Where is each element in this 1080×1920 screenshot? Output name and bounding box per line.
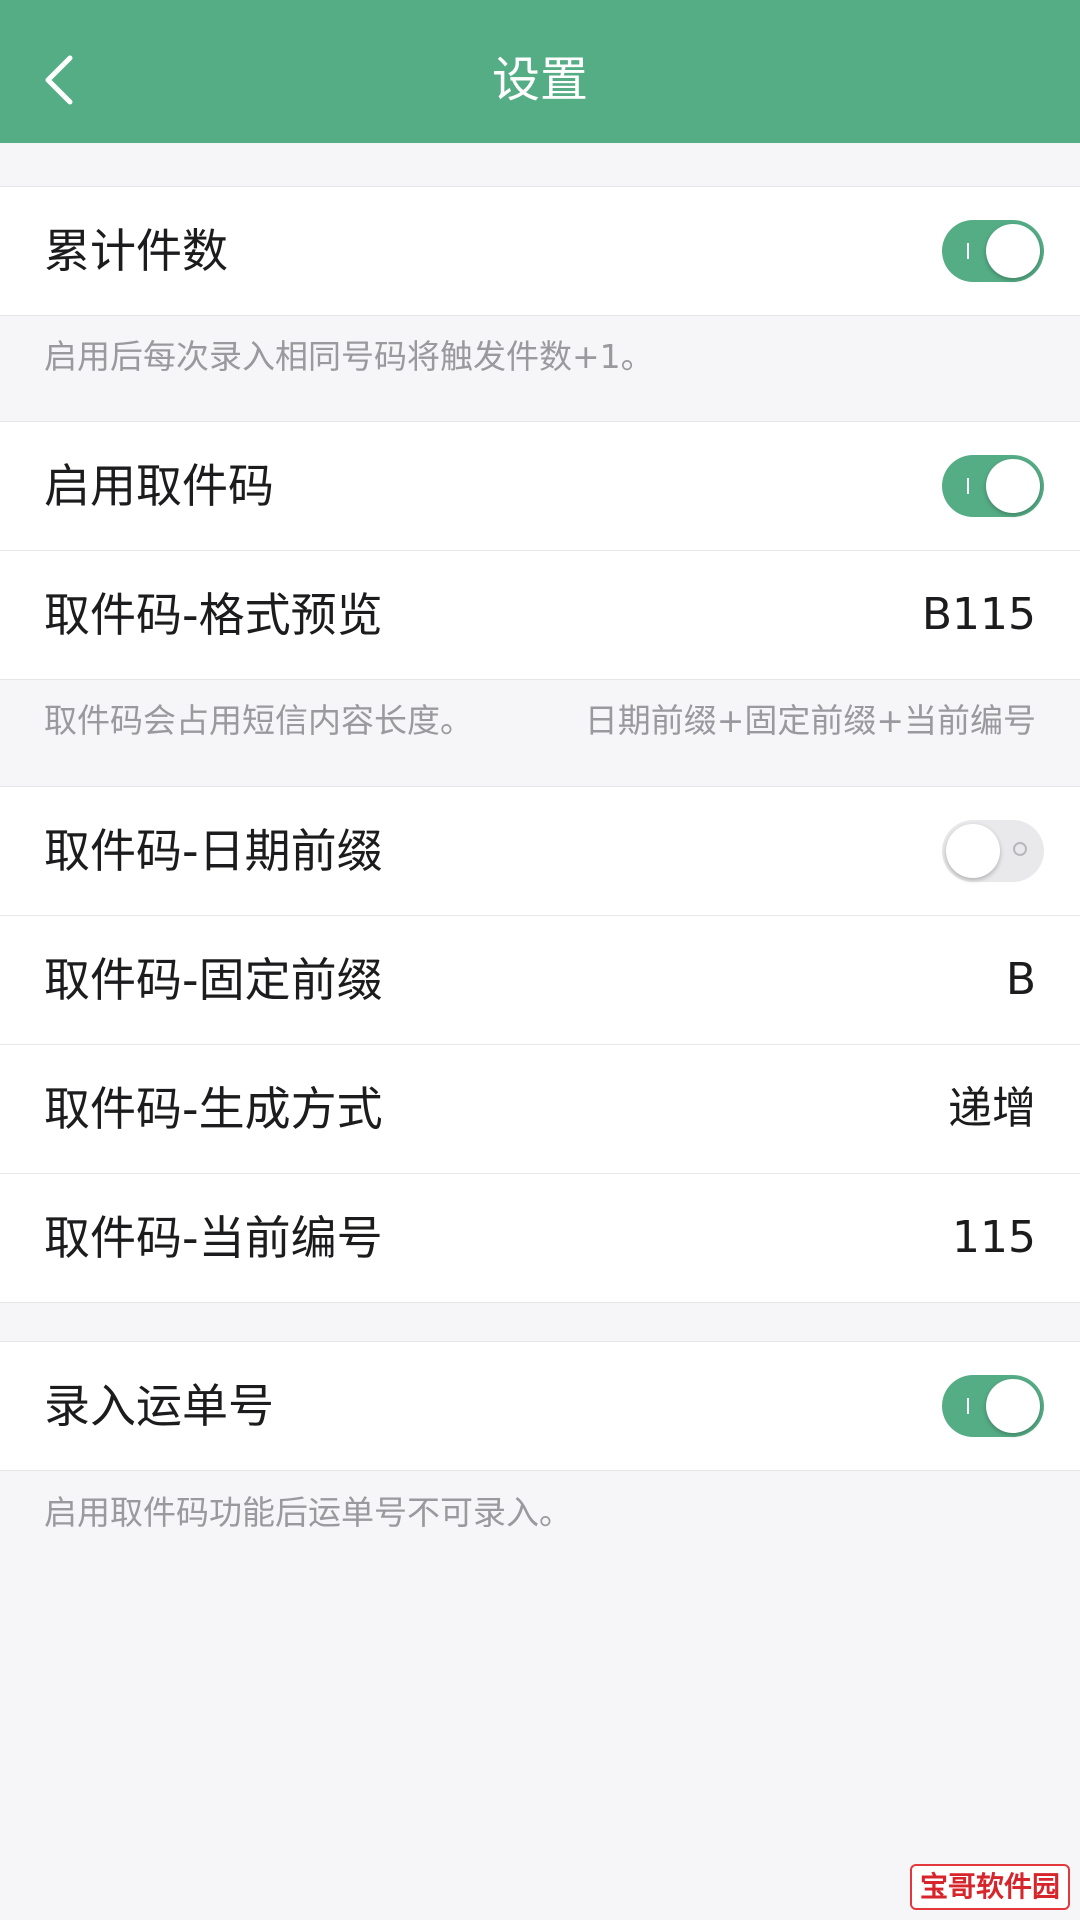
toggle-on-mark (967, 243, 969, 259)
watermark-logo: 宝哥软件园 (909, 1864, 1070, 1910)
toggle-on-mark (967, 1398, 969, 1414)
waybill-note: 启用取件码功能后运单号不可录入。 (44, 1493, 572, 1532)
count-toggle[interactable] (942, 220, 1044, 282)
current-number-label: 取件码-当前编号 (44, 1211, 383, 1265)
count-group: 累计件数 (0, 186, 1080, 316)
pickup-enable-row: 启用取件码 (0, 422, 1080, 551)
date-prefix-toggle[interactable] (942, 820, 1044, 882)
pickup-note: 取件码会占用短信内容长度。 (44, 701, 473, 740)
waybill-row: 录入运单号 (0, 1342, 1080, 1470)
current-number-row[interactable]: 取件码-当前编号 115 (0, 1174, 1080, 1302)
toggle-knob (986, 459, 1040, 513)
toggle-knob (986, 1379, 1040, 1433)
current-number-value: 115 (952, 1212, 1036, 1263)
pickup-preview-label: 取件码-格式预览 (44, 588, 383, 642)
generate-mode-value: 递增 (948, 1083, 1036, 1134)
pickup-format-note: 日期前缀+固定前缀+当前编号 (584, 701, 1036, 740)
date-prefix-label: 取件码-日期前缀 (44, 824, 383, 878)
waybill-toggle[interactable] (942, 1375, 1044, 1437)
generate-mode-label: 取件码-生成方式 (44, 1082, 383, 1136)
toggle-on-mark (967, 478, 969, 494)
count-row: 累计件数 (0, 187, 1080, 315)
fixed-prefix-label: 取件码-固定前缀 (44, 953, 383, 1007)
count-label: 累计件数 (44, 224, 228, 278)
date-prefix-row: 取件码-日期前缀 (0, 787, 1080, 916)
pickup-enable-toggle[interactable] (942, 455, 1044, 517)
count-note: 启用后每次录入相同号码将触发件数+1。 (44, 337, 654, 376)
page-title: 设置 (491, 52, 588, 108)
pickup-preview-value: B115 (921, 589, 1036, 640)
pickup-settings-group: 取件码-日期前缀 取件码-固定前缀 B 取件码-生成方式 递增 取件码-当前编号… (0, 786, 1080, 1303)
toggle-knob (986, 224, 1040, 278)
toggle-off-mark (1013, 842, 1027, 856)
generate-mode-row[interactable]: 取件码-生成方式 递增 (0, 1045, 1080, 1174)
nav-bar: 设置 (0, 0, 1080, 143)
pickup-preview-row[interactable]: 取件码-格式预览 B115 (0, 551, 1080, 679)
fixed-prefix-row[interactable]: 取件码-固定前缀 B (0, 916, 1080, 1045)
pickup-group: 启用取件码 取件码-格式预览 B115 (0, 421, 1080, 680)
toggle-knob (946, 824, 1000, 878)
waybill-group: 录入运单号 (0, 1341, 1080, 1471)
pickup-enable-label: 启用取件码 (44, 459, 274, 513)
fixed-prefix-value: B (1005, 954, 1036, 1005)
waybill-label: 录入运单号 (44, 1379, 274, 1433)
